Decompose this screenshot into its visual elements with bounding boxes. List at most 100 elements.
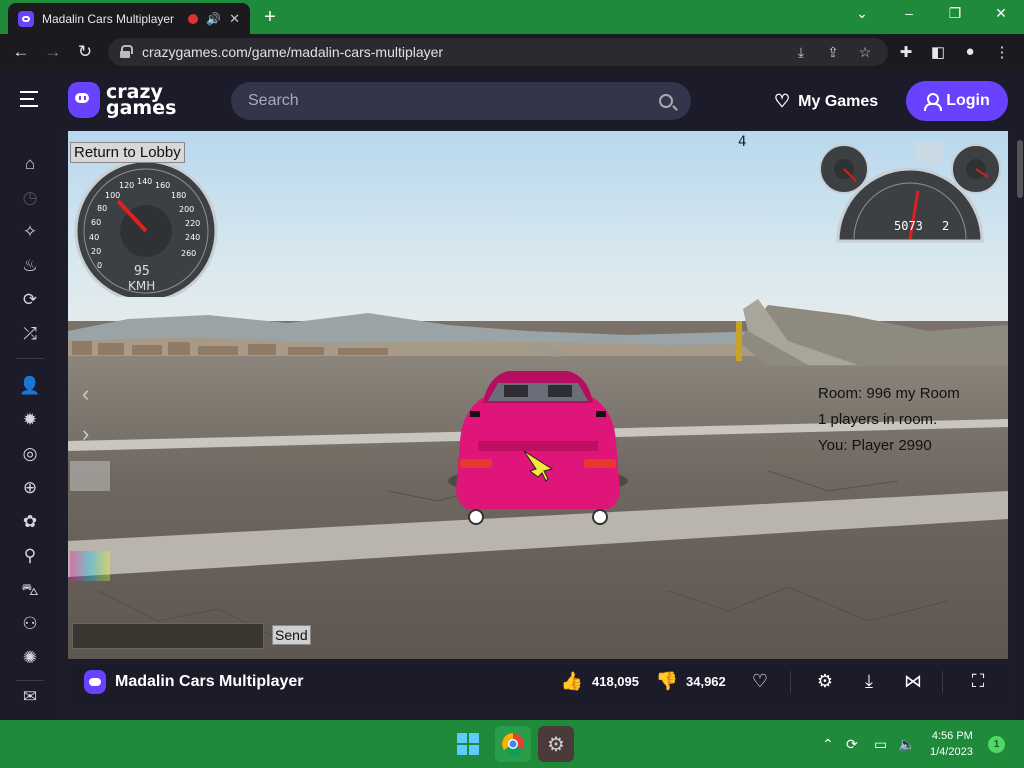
game-canvas[interactable]: 95 KMH 0 20 40 60 80 100 120 140 160 180… (68, 131, 1008, 659)
windows-start-icon[interactable] (450, 726, 486, 762)
sparkle-icon[interactable]: ✧ (18, 220, 42, 244)
history-icon[interactable]: ◷ (18, 186, 42, 210)
network-icon[interactable]: ▭ (874, 736, 887, 753)
notification-badge[interactable]: 1 (988, 736, 1005, 753)
share-icon[interactable]: ⋈ (901, 669, 925, 693)
clock-date: 1/4/2023 (930, 746, 973, 758)
crazygames-favicon (18, 10, 34, 27)
player-car (448, 371, 628, 525)
sync-icon[interactable]: ⟳ (846, 736, 858, 753)
chevron-left-icon[interactable]: ‹ (82, 381, 89, 407)
like-count: 418,095 (592, 674, 639, 689)
side-panel-icon[interactable]: ◧ (928, 43, 948, 63)
login-label: Login (946, 92, 990, 109)
browser-tab-strip: Madalin Cars Multiplayer 🔊 ✕ + ⌄ – ❐ ✕ (0, 0, 1024, 34)
thumbs-down-icon[interactable]: 👎 (655, 669, 679, 693)
game-info-bar: Madalin Cars Multiplayer 👍 418,095 👎 34,… (68, 659, 1008, 705)
close-tab-icon[interactable]: ✕ (229, 11, 240, 27)
reload-icon[interactable]: ↻ (74, 41, 96, 63)
browser-toolbar: ← → ↻ crazygames.com/game/madalin-cars-m… (0, 34, 1024, 70)
footer-divider (790, 671, 791, 693)
chevron-up-icon[interactable]: ⌃ (822, 736, 834, 753)
category-sidebar: ⌂ ◷ ✧ ♨ ⟳ ⤮ 👤 ✹ ◎ ⊕ ✿ ⚲ ⛍ ⚇ ✺ ✉ (0, 130, 60, 720)
player-count: 1 players in room. (818, 411, 938, 428)
crazygames-logo[interactable]: crazy games (68, 82, 176, 118)
restore-button[interactable]: ❐ (940, 5, 970, 22)
crazygames-small-logo-icon (84, 670, 106, 694)
speedometer-ticks: 0 20 40 60 80 100 120 140 160 180 200 22… (89, 177, 201, 270)
tab-title: Madalin Cars Multiplayer (42, 11, 175, 26)
back-arrow-icon[interactable]: ← (10, 41, 32, 63)
favorite-heart-icon[interactable]: ♡ (748, 669, 772, 693)
close-window-button[interactable]: ✕ (986, 5, 1016, 22)
lock-icon[interactable] (120, 45, 133, 58)
player-name: You: Player 2990 (818, 437, 932, 454)
sidebar-divider (16, 358, 44, 359)
settings-taskbar-icon[interactable]: ⚙ (538, 726, 574, 762)
tab-search-icon[interactable]: ⌄ (847, 5, 877, 22)
system-clock[interactable]: 4:56 PM 1/4/2023 (930, 728, 973, 760)
browser-tab[interactable]: Madalin Cars Multiplayer 🔊 ✕ (8, 3, 250, 34)
hamburger-menu-icon[interactable] (20, 91, 42, 109)
joystick-icon[interactable]: ⚇ (18, 612, 42, 636)
minimize-button[interactable]: – (894, 5, 924, 21)
mail-icon[interactable]: ✉ (18, 685, 42, 709)
refresh-icon[interactable]: ⟳ (18, 288, 42, 312)
page-scrollbar[interactable] (1016, 130, 1024, 720)
flame-icon[interactable]: ♨ (18, 254, 42, 278)
color-picker-thumbnail[interactable] (70, 551, 110, 581)
url-text[interactable]: crazygames.com/game/madalin-cars-multipl… (142, 44, 443, 60)
car-select-thumbnail[interactable] (70, 461, 110, 491)
search-placeholder: Search (248, 92, 299, 109)
multiplayer-icon[interactable]: 👤 (18, 374, 42, 398)
logo-mark-icon (68, 82, 100, 118)
return-to-lobby-button[interactable]: Return to Lobby (70, 142, 185, 163)
volume-icon[interactable]: 🔈 (898, 736, 915, 753)
track-scene (68, 299, 1008, 644)
action-icon[interactable]: ✹ (18, 408, 42, 432)
download-icon[interactable]: ⤓ (857, 669, 881, 693)
new-tab-button[interactable]: + (258, 6, 282, 28)
search-input[interactable]: Search (231, 82, 691, 120)
my-games-button[interactable]: ♡ My Games (774, 91, 878, 112)
shuffle-icon[interactable]: ⤮ (18, 322, 42, 346)
thumbs-up-icon[interactable]: 👍 (560, 669, 584, 693)
flower-icon[interactable]: ✿ (18, 510, 42, 534)
extensions-icon[interactable]: ✚ (896, 43, 916, 63)
firework-icon[interactable]: ✺ (18, 646, 42, 670)
home-icon[interactable]: ⌂ (18, 152, 42, 176)
profile-icon[interactable]: ● (960, 43, 980, 63)
bicycle-icon[interactable]: ⚲ (18, 544, 42, 568)
share-icon[interactable]: ⇪ (824, 44, 842, 62)
address-bar[interactable]: crazygames.com/game/madalin-cars-multipl… (108, 38, 888, 66)
speed-unit: KMH (128, 279, 156, 293)
speaker-icon[interactable]: 🔊 (206, 12, 221, 26)
my-games-label: My Games (798, 92, 879, 110)
chat-input[interactable] (72, 623, 264, 649)
search-icon[interactable] (659, 94, 673, 108)
recording-indicator-icon (188, 13, 199, 24)
logo-text-bottom: games (106, 97, 177, 119)
chrome-menu-icon[interactable]: ⋮ (992, 43, 1012, 63)
forward-arrow-icon[interactable]: → (42, 41, 64, 63)
car-icon[interactable]: ⛍ (18, 578, 42, 602)
basketball-icon[interactable]: ⊕ (18, 476, 42, 500)
heart-icon: ♡ (774, 91, 791, 111)
room-info-panel: Room: 996 my Room 1 players in room. You… (818, 381, 960, 459)
tach-gear-value: 2 (942, 219, 950, 233)
install-app-icon[interactable]: ⤓ (792, 44, 810, 62)
fullscreen-icon[interactable]: ⛶ (966, 669, 990, 693)
room-name: Room: 996 my Room (818, 385, 960, 402)
login-button[interactable]: Login (906, 81, 1008, 121)
compass-icon[interactable]: ◎ (18, 442, 42, 466)
chrome-taskbar-icon[interactable] (495, 726, 531, 762)
report-bug-icon[interactable]: ⚙ (813, 669, 837, 693)
user-icon (924, 93, 943, 111)
footer-divider (942, 671, 943, 693)
chevron-right-icon[interactable]: › (82, 421, 89, 447)
scrollbar-thumb[interactable] (1017, 140, 1023, 198)
send-button[interactable]: Send (272, 625, 311, 645)
dislike-count: 34,962 (686, 674, 726, 689)
sidebar-divider (16, 680, 44, 681)
bookmark-star-icon[interactable]: ☆ (856, 44, 874, 62)
